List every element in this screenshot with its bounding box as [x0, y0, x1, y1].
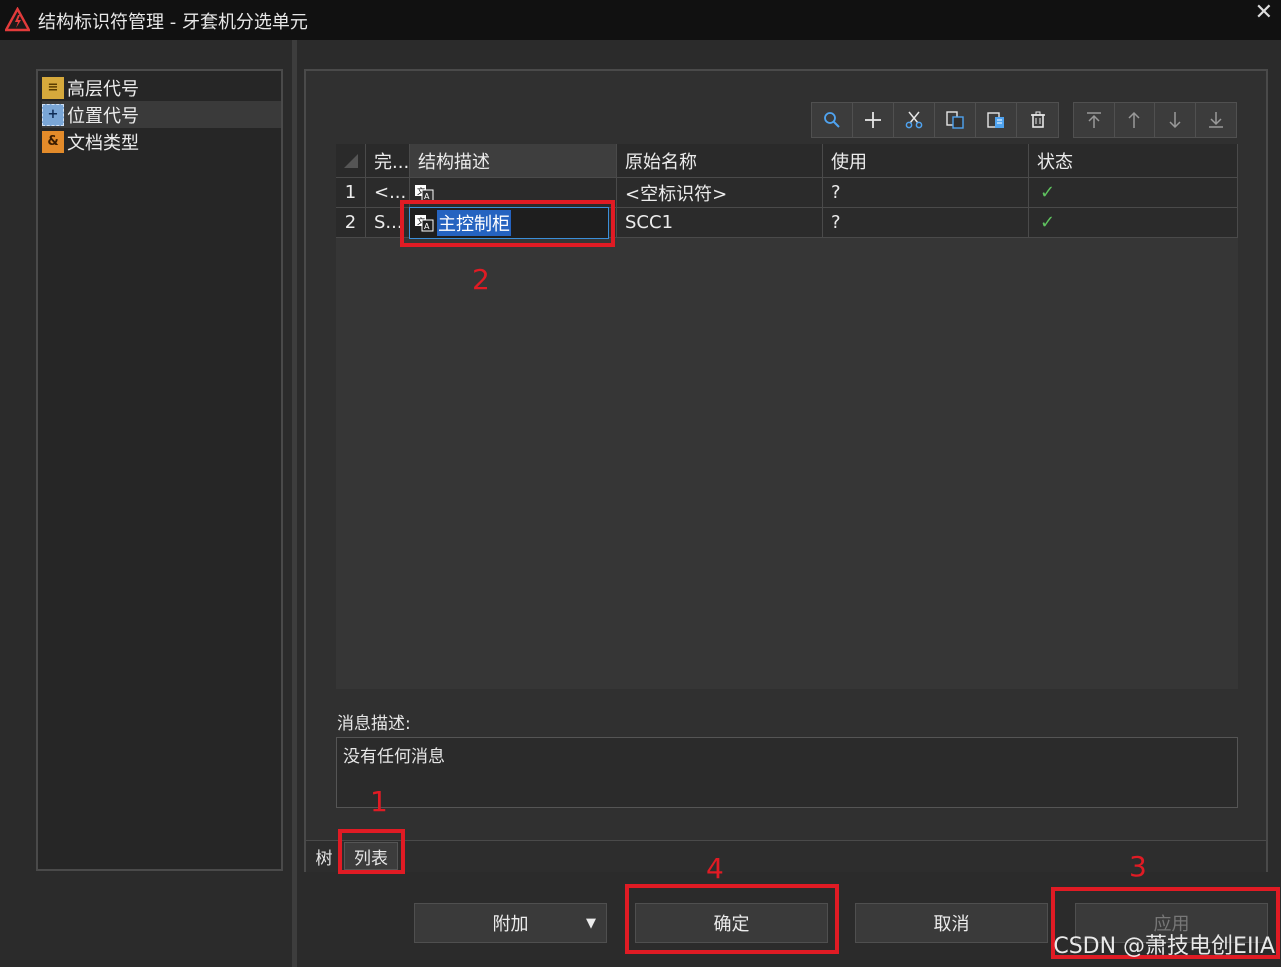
annotation-number: 3 — [1129, 850, 1147, 883]
column-header-original-name[interactable]: 原始名称 — [617, 144, 823, 178]
tab-tree[interactable]: 树 — [310, 842, 338, 870]
move-bottom-button[interactable] — [1196, 103, 1236, 137]
view-tab-bar — [306, 840, 1266, 872]
move-down-icon — [1169, 112, 1181, 129]
row-number[interactable]: 1 — [336, 178, 366, 208]
tree-item-label: 文档类型 — [67, 132, 139, 154]
cut-button[interactable] — [894, 103, 935, 137]
higher-level-icon: ≡ — [42, 76, 64, 99]
add-button[interactable] — [853, 103, 894, 137]
check-icon: ✓ — [1040, 182, 1056, 203]
column-header-complete[interactable]: 完... — [366, 144, 410, 178]
translate-icon: 文A — [415, 184, 434, 201]
move-toolbar — [1073, 102, 1237, 138]
attach-button[interactable]: 附加 ▼ — [414, 903, 607, 943]
search-button[interactable] — [812, 103, 853, 137]
row-number[interactable]: 2 — [336, 208, 366, 238]
attach-label: 附加 — [492, 914, 529, 935]
annotation-box-1 — [338, 829, 405, 874]
annotation-number: 4 — [706, 852, 724, 885]
tree-item-higher-level[interactable]: ≡ 高层代号 — [42, 74, 281, 101]
add-icon — [865, 112, 881, 128]
edit-toolbar — [811, 102, 1059, 138]
location-icon: + — [42, 103, 64, 126]
document-type-icon: & — [42, 130, 64, 153]
move-top-button[interactable] — [1074, 103, 1115, 137]
message-label: 消息描述: — [337, 714, 411, 734]
tree-item-document-type[interactable]: & 文档类型 — [42, 128, 281, 155]
select-all-icon — [344, 153, 358, 168]
cell-original-name[interactable]: SCC1 — [617, 208, 823, 238]
move-down-button[interactable] — [1155, 103, 1196, 137]
app-logo-icon — [5, 7, 30, 32]
structure-tree-panel: ≡ 高层代号 + 位置代号 & 文档类型 — [36, 69, 283, 871]
message-box: 没有任何消息 — [336, 737, 1238, 808]
column-header-description[interactable]: 结构描述 — [410, 144, 617, 178]
paste-button[interactable] — [976, 103, 1017, 137]
move-bottom-icon — [1208, 112, 1223, 128]
paste-icon — [987, 112, 1004, 128]
search-icon — [824, 112, 840, 128]
chevron-down-icon[interactable]: ▼ — [586, 916, 596, 931]
move-up-icon — [1128, 111, 1140, 128]
cancel-button[interactable]: 取消 — [855, 903, 1048, 943]
panel-splitter[interactable] — [292, 40, 297, 967]
cut-icon — [905, 111, 923, 129]
column-header-status[interactable]: 状态 — [1029, 144, 1238, 178]
annotation-number: 2 — [472, 263, 490, 296]
delete-button[interactable] — [1017, 103, 1058, 137]
check-icon: ✓ — [1040, 212, 1056, 233]
move-up-button[interactable] — [1115, 103, 1155, 137]
delete-icon — [1030, 111, 1045, 128]
cell-usage[interactable]: ? — [823, 208, 1029, 238]
close-icon[interactable]: ✕ — [1255, 0, 1273, 25]
copy-button[interactable] — [935, 103, 976, 137]
cell-usage[interactable]: ? — [823, 178, 1029, 208]
annotation-number: 1 — [370, 785, 388, 818]
annotation-box-2 — [400, 200, 615, 247]
copy-icon — [946, 111, 964, 129]
column-header-usage[interactable]: 使用 — [823, 144, 1029, 178]
cell-status[interactable]: ✓ — [1029, 208, 1238, 238]
tree-item-label: 位置代号 — [67, 105, 139, 127]
tree-item-label: 高层代号 — [67, 78, 139, 100]
cell-status[interactable]: ✓ — [1029, 178, 1238, 208]
cell-original-name[interactable]: <空标识符> — [617, 178, 823, 208]
tree-item-location[interactable]: + 位置代号 — [42, 101, 281, 128]
move-top-icon — [1086, 112, 1101, 128]
watermark: CSDN @萧技电创EIIA — [1053, 934, 1275, 959]
annotation-box-4 — [625, 884, 839, 954]
grid-corner[interactable] — [336, 144, 366, 178]
window-title: 结构标识符管理 - 牙套机分选单元 — [38, 12, 308, 33]
